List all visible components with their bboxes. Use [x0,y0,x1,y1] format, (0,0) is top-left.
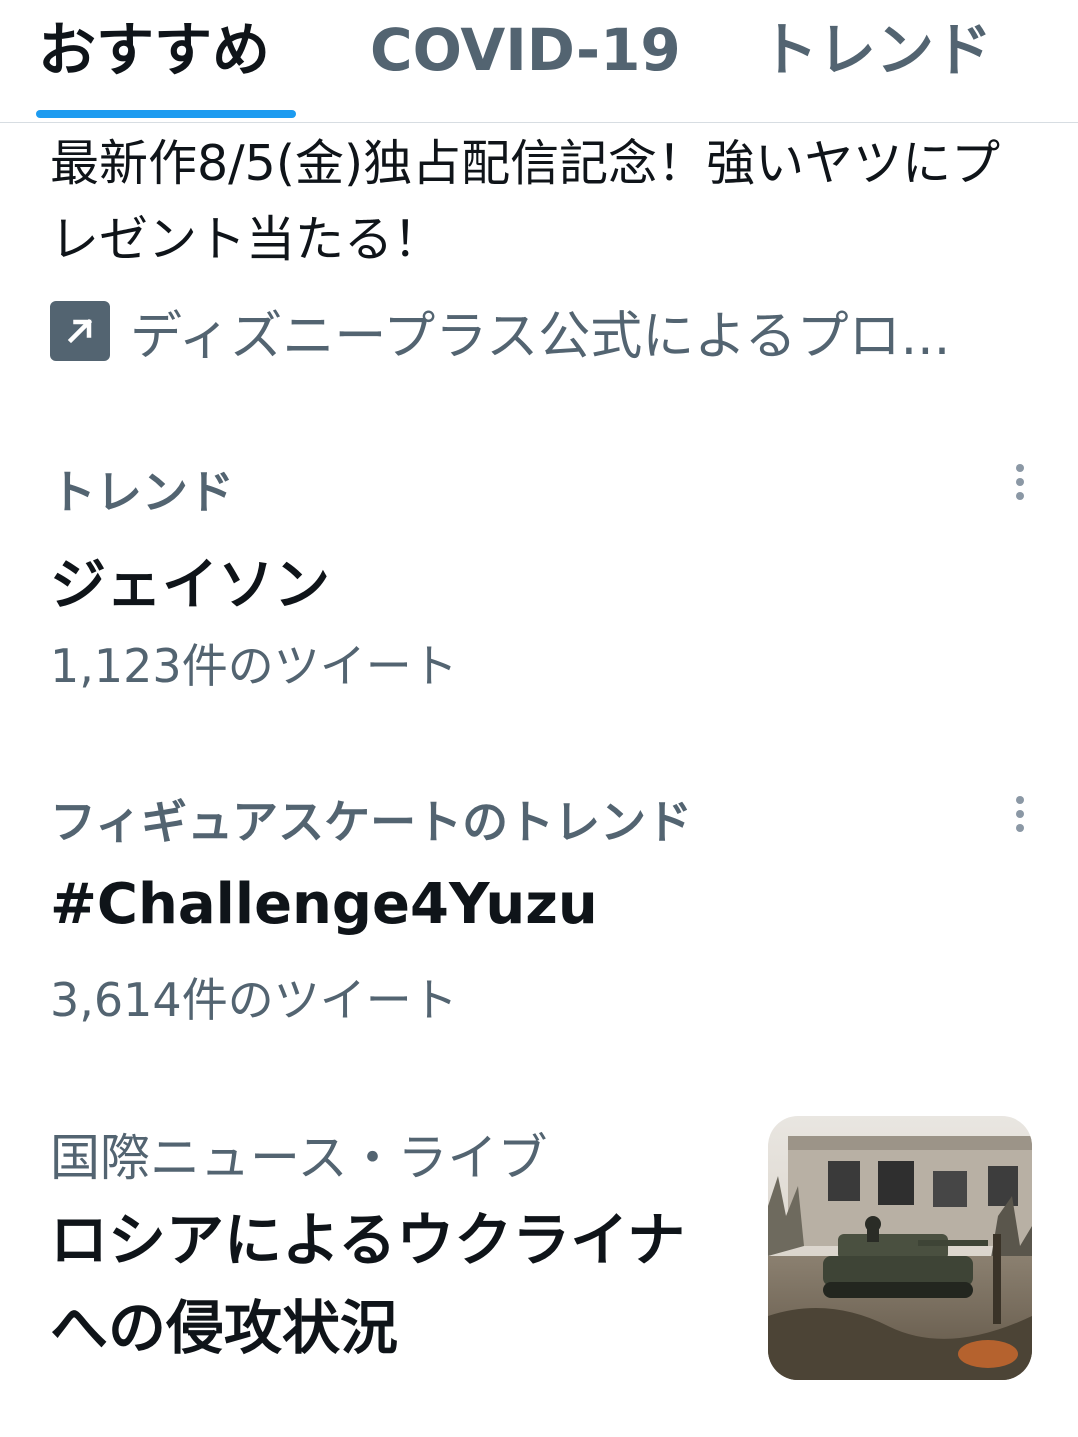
tab-bar: おすすめ COVID-19 トレンド [0,0,1078,123]
trend-item[interactable]: トレンド ジェイソン 1,123件のツイート [0,440,1078,720]
trend-item[interactable]: フィギュアスケートのトレンド #Challenge4Yuzu 3,614件のツイ… [0,770,1078,1050]
more-options-icon[interactable] [1000,784,1040,844]
trend-name: ジェイソン [50,553,330,618]
trend-tweet-count: 3,614件のツイート [50,973,458,1027]
active-tab-indicator [36,110,296,118]
external-link-arrow-icon [50,301,110,361]
more-options-icon[interactable] [1000,452,1040,512]
trend-category: フィギュアスケートのトレンド [50,795,693,849]
promoted-by-row[interactable]: ディズニープラス公式によるプロ... [50,296,1070,367]
tab-recommended[interactable]: おすすめ [38,10,270,90]
news-headline[interactable]: ロシアによるウクライナへの侵攻状況 [50,1196,730,1372]
tab-covid19[interactable]: COVID-19 [370,10,681,90]
trend-tweet-count: 1,123件のツイート [50,639,458,693]
trend-category: トレンド [50,465,234,519]
promoted-by-label: ディズニープラス公式によるプロ... [130,306,951,367]
news-thumbnail-image[interactable] [768,1116,1032,1380]
trend-name: #Challenge4Yuzu [50,872,598,937]
tab-trends[interactable]: トレンド [760,10,992,90]
promoted-trend-description[interactable]: 最新作8/5(金)独占配信記念！強いヤツにプレゼント当たる！ [50,126,1040,278]
news-category: 国際ニュース・ライブ [50,1129,548,1187]
